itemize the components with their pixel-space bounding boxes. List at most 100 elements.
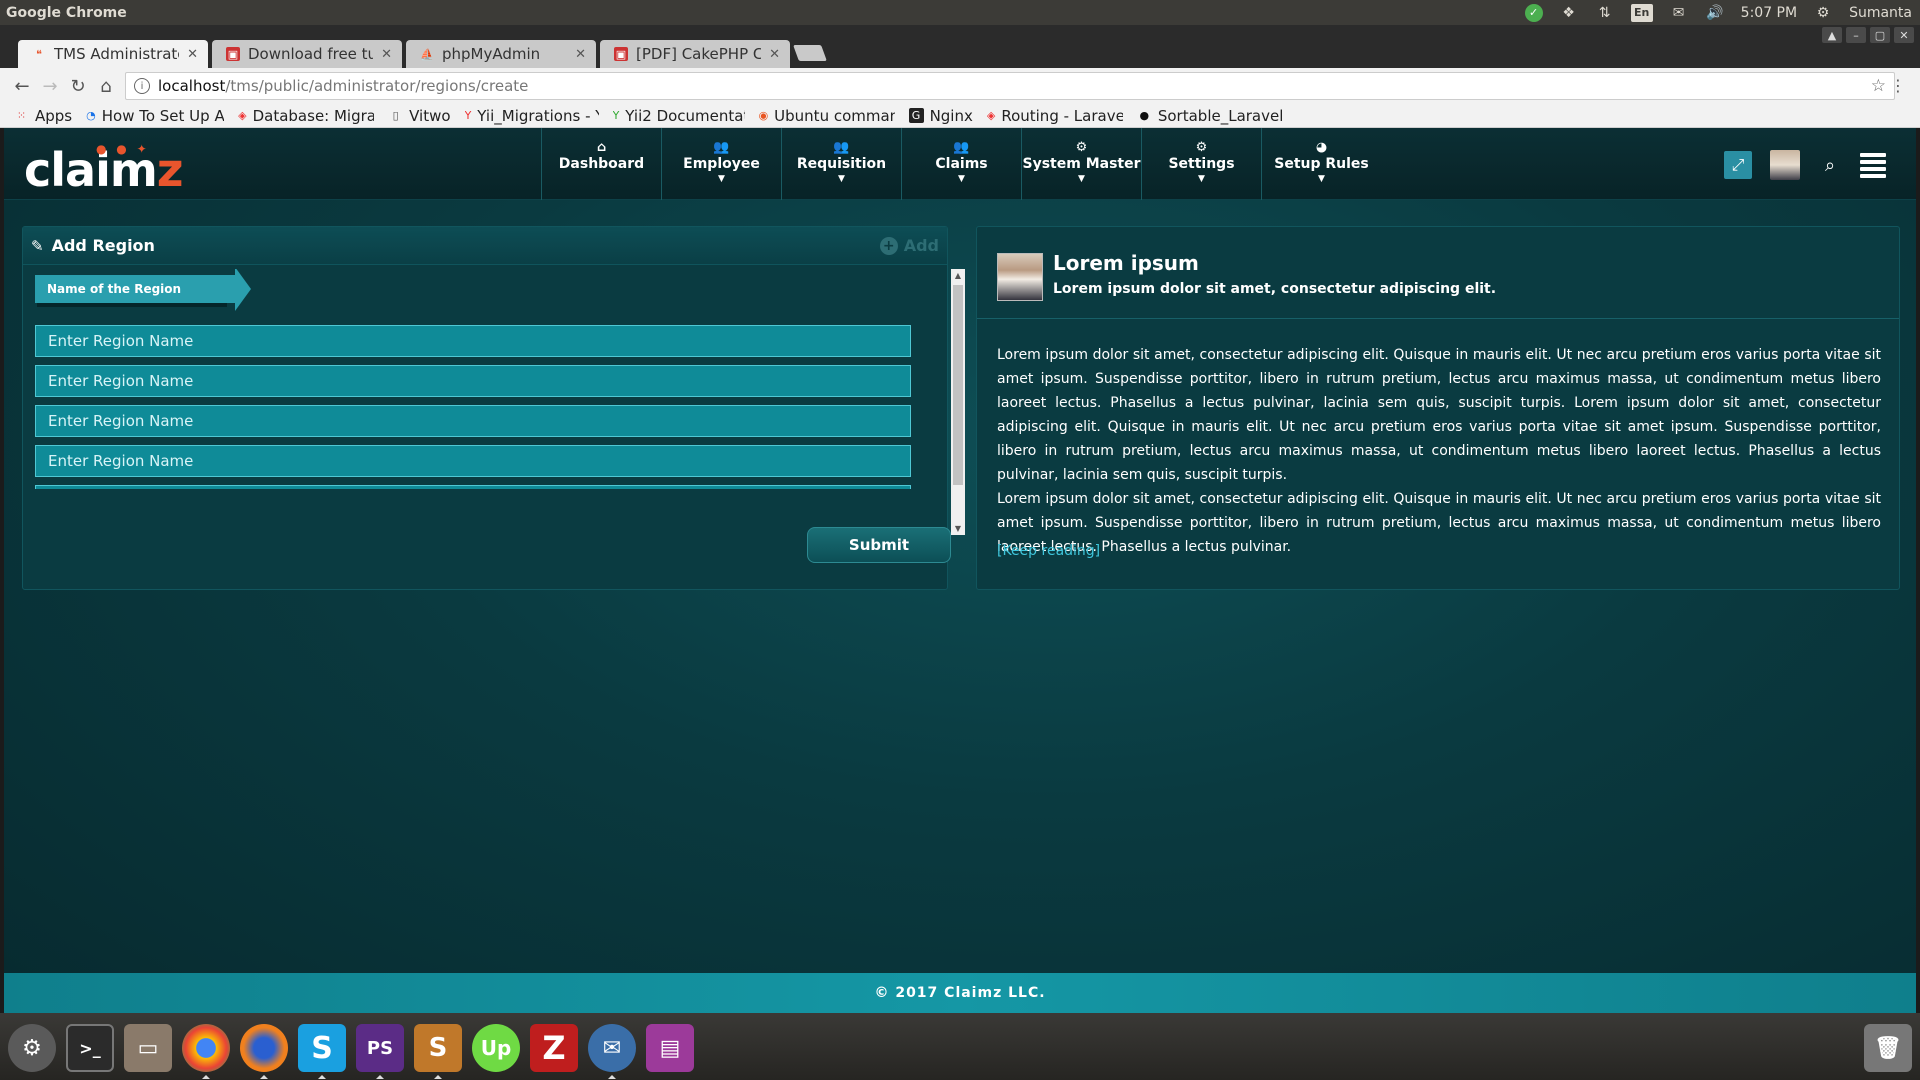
clock[interactable]: 5:07 PM	[1741, 5, 1797, 21]
search-icon[interactable]: ⌕	[1818, 155, 1842, 176]
user-name[interactable]: Sumanta	[1849, 5, 1912, 21]
laravel-icon: ◈	[238, 109, 247, 122]
plus-icon: +	[879, 236, 898, 255]
scroll-down-arrow-icon[interactable]: ▼	[951, 524, 965, 533]
tab-label: [PDF] CakePHP Coo	[636, 45, 762, 63]
update-icon[interactable]: ✓	[1524, 3, 1543, 22]
browser-tab[interactable]: ▣ [PDF] CakePHP Coo ✕	[600, 40, 790, 68]
bookmark-label: Routing - Laravel	[1001, 106, 1123, 125]
volume-icon[interactable]: 🔊	[1705, 4, 1725, 22]
running-indicator	[434, 1075, 442, 1079]
browser-menu-icon[interactable]: ⋮	[1890, 76, 1906, 95]
upwork-icon[interactable]: Up	[472, 1024, 520, 1072]
browser-tab[interactable]: ▣ Download free tut ✕	[212, 40, 402, 68]
bookmark-item[interactable]: ● Sortable_Laravel	[1137, 107, 1284, 125]
minimize-icon[interactable]: –	[1846, 27, 1866, 43]
bookmark-item[interactable]: Y Yii2 Documentat	[613, 107, 745, 125]
tab-favicon-icon: ❝	[36, 47, 42, 61]
nav-system-master[interactable]: ⚙ System Master ▼	[1021, 128, 1141, 200]
gear-icon: ⚙	[1195, 140, 1208, 155]
user-avatar[interactable]	[1770, 150, 1800, 180]
filezilla-icon[interactable]: Z	[530, 1024, 578, 1072]
new-tab-button[interactable]	[793, 45, 827, 61]
network-icon[interactable]: ⇅	[1595, 4, 1615, 22]
submit-button[interactable]: Submit	[807, 527, 951, 563]
nav-claims[interactable]: 👥 Claims ▼	[901, 128, 1021, 200]
bookmark-item[interactable]: Y Yii_Migrations - Y	[465, 107, 599, 125]
nav-dashboard[interactable]: ⌂ Dashboard	[541, 128, 661, 200]
bookmark-item[interactable]: ◔ How To Set Up A	[86, 107, 224, 125]
home-icon: ⌂	[596, 140, 607, 155]
sublime-text-icon[interactable]: S	[414, 1024, 462, 1072]
fullscreen-icon[interactable]: ⤢	[1724, 151, 1752, 179]
scroll-up-icon[interactable]: ▲	[1822, 27, 1842, 43]
nav-setup-rules[interactable]: ◕ Setup Rules ▼	[1261, 128, 1381, 200]
running-indicator	[318, 1075, 326, 1079]
info-paragraph: Lorem ipsum dolor sit amet, consectetur …	[997, 491, 1881, 555]
close-window-icon[interactable]: ✕	[1894, 27, 1914, 43]
trash-icon[interactable]: 🗑	[1864, 1024, 1912, 1072]
region-name-input[interactable]: Enter Region Name	[35, 325, 911, 357]
bookmark-label: Apps	[35, 106, 73, 125]
info-panel-header: Lorem ipsum Lorem ipsum dolor sit amet, …	[977, 227, 1899, 319]
edit-icon: ✎	[31, 236, 44, 255]
tab-close-icon[interactable]: ✕	[187, 47, 198, 62]
region-name-input[interactable]: Enter Region Name	[35, 445, 911, 477]
window-controls: ▲ – ▢ ✕	[1822, 27, 1914, 43]
nav-employee[interactable]: 👥 Employee ▼	[661, 128, 781, 200]
region-name-input[interactable]: Enter Region Name	[35, 405, 911, 437]
region-name-input[interactable]: Enter Region Name	[35, 365, 911, 397]
add-button[interactable]: + Add	[879, 236, 939, 255]
forward-arrow-icon[interactable]: →	[36, 76, 64, 97]
site-info-icon[interactable]: i	[134, 78, 150, 94]
browser-tab[interactable]: ❝ TMS Administrator ✕	[18, 40, 208, 68]
bookmark-item[interactable]: ◈ Routing - Laravel	[987, 107, 1123, 125]
settings-gear-icon[interactable]: ⚙	[1813, 4, 1833, 22]
bookmark-item[interactable]: ⁙ Apps	[14, 107, 72, 125]
files-icon[interactable]: ▭	[124, 1024, 172, 1072]
vertical-scrollbar[interactable]: ▲ ▼	[951, 269, 965, 535]
bookmark-item[interactable]: ◈ Database: Migrat	[238, 107, 374, 125]
region-name-input-partial	[35, 485, 911, 489]
workspace-switcher-icon[interactable]: ▤	[646, 1024, 694, 1072]
logo-dots-decoration: ● ● ✦	[96, 142, 150, 156]
nav-label: Claims	[935, 156, 988, 172]
tab-close-icon[interactable]: ✕	[381, 47, 392, 62]
region-inputs-scroll-area[interactable]: Name of the Region Enter Region Name Ent…	[35, 269, 931, 514]
home-icon[interactable]: ⌂	[92, 76, 120, 97]
bookmark-item[interactable]: ◉ Ubuntu comman	[759, 107, 895, 125]
mail-icon[interactable]: ✉	[1669, 4, 1689, 22]
maximize-icon[interactable]: ▢	[1870, 27, 1890, 43]
browser-tab[interactable]: ⛵ phpMyAdmin ✕	[406, 40, 596, 68]
terminal-icon[interactable]: >_	[66, 1024, 114, 1072]
thunderbird-icon[interactable]: ✉	[588, 1024, 636, 1072]
address-bar[interactable]: i localhost/tms/public/administrator/reg…	[125, 72, 1895, 100]
bookmark-item[interactable]: G Nginx	[908, 107, 973, 125]
nav-requisition[interactable]: 👥 Requisition ▼	[781, 128, 901, 200]
tab-close-icon[interactable]: ✕	[575, 47, 586, 62]
scroll-up-arrow-icon[interactable]: ▲	[951, 271, 965, 280]
apps-grid-icon: ⁙	[16, 109, 27, 122]
browser-toolbar: ← → ↻ ⌂ i localhost/tms/public/administr…	[0, 68, 1920, 104]
keep-reading-link[interactable]: [Keep reading]	[997, 543, 1100, 559]
keyboard-layout-indicator[interactable]: En	[1630, 3, 1653, 22]
nav-label: Settings	[1168, 156, 1235, 172]
info-subtitle: Lorem ipsum dolor sit amet, consectetur …	[1053, 281, 1497, 297]
bookmark-label: Sortable_Laravel	[1157, 106, 1284, 125]
bookmark-item[interactable]: ▯ Vitwo	[388, 107, 451, 125]
menu-icon[interactable]	[1860, 152, 1886, 178]
chrome-icon[interactable]	[182, 1024, 230, 1072]
tab-close-icon[interactable]: ✕	[769, 47, 780, 62]
nav-settings[interactable]: ⚙ Settings ▼	[1141, 128, 1261, 200]
back-arrow-icon[interactable]: ←	[8, 76, 36, 97]
bookmark-star-icon[interactable]: ☆	[1871, 76, 1886, 96]
skype-icon[interactable]: S	[298, 1024, 346, 1072]
bookmarks-bar: ⁙ Apps ◔ How To Set Up A ◈ Database: Migrat…	[0, 104, 1920, 128]
dropbox-icon[interactable]: ❖	[1559, 4, 1579, 22]
firefox-icon[interactable]	[240, 1024, 288, 1072]
gear-icon: ⚙	[1075, 140, 1088, 155]
system-settings-icon[interactable]: ⚙	[8, 1024, 56, 1072]
phpstorm-icon[interactable]: PS	[356, 1024, 404, 1072]
reload-icon[interactable]: ↻	[64, 76, 92, 97]
scrollbar-thumb[interactable]	[953, 285, 963, 485]
